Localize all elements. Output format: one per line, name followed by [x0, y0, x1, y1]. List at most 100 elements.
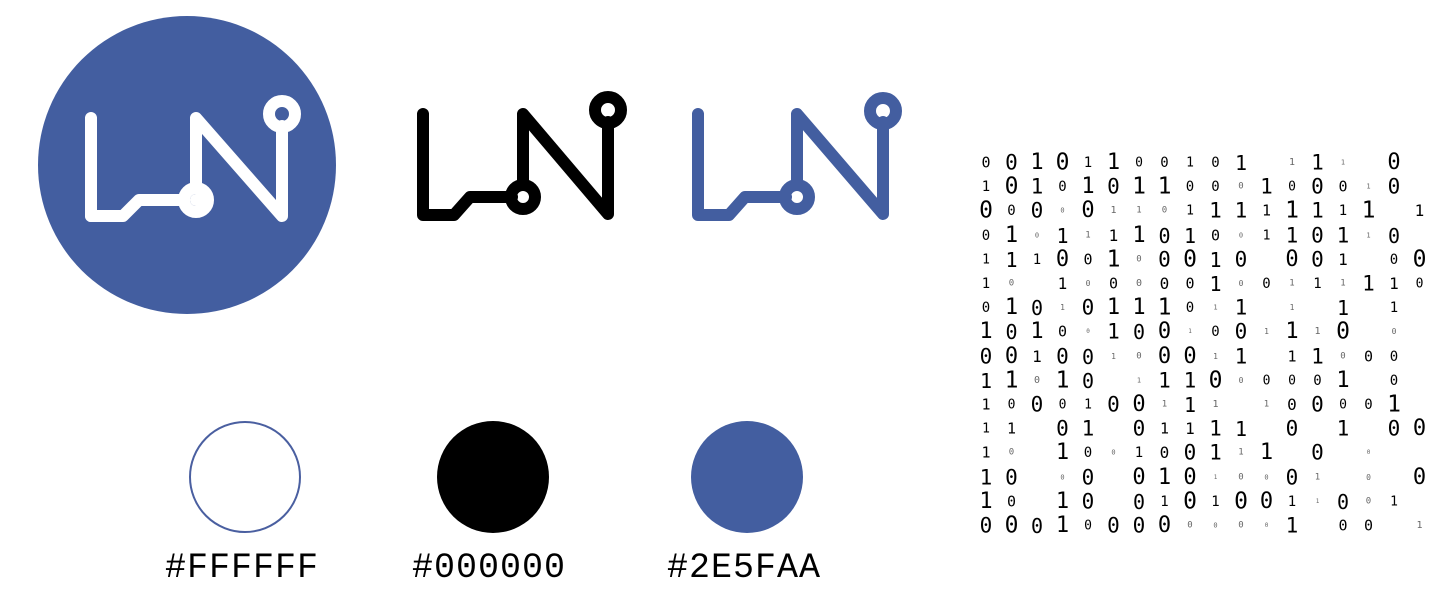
binary-digit: 1 [1183, 393, 1197, 417]
binary-digit: 0 [1391, 327, 1397, 337]
binary-digit: 1 [1287, 347, 1297, 366]
binary-digit: 1 [1136, 376, 1142, 385]
binary-digit: 1 [1416, 520, 1423, 531]
binary-digit: 0 [1285, 246, 1299, 272]
binary-digit: 1 [1389, 300, 1399, 317]
binary-digit: 1 [1285, 197, 1299, 224]
binary-digit: 1 [1055, 513, 1070, 538]
binary-digit: 1 [981, 395, 991, 414]
binary-digit: 1 [1108, 225, 1119, 245]
binary-digit: 1 [1311, 198, 1324, 223]
binary-digit: 0 [1211, 155, 1220, 171]
color-swatch-white [189, 421, 301, 533]
binary-digit: 1 [1311, 150, 1324, 175]
binary-digit: 0 [1132, 489, 1146, 514]
binary-digit: 0 [1365, 496, 1372, 507]
binary-digit: 0 [1159, 443, 1170, 463]
binary-digit: 1 [1234, 295, 1248, 320]
binary-digit: 1 [1259, 440, 1274, 466]
binary-digit: 1 [981, 276, 991, 292]
binary-digit: 0 [1157, 343, 1172, 369]
binary-digit: 1 [1055, 488, 1070, 514]
binary-digit: 1 [1060, 303, 1065, 313]
binary-digit: 1 [1238, 447, 1244, 458]
binary-digit: 1 [1234, 344, 1248, 369]
binary-digit: 0 [1259, 488, 1274, 514]
binary-digit: 0 [1363, 516, 1374, 535]
binary-digit: 0 [1387, 150, 1401, 175]
binary-digit: 0 [1336, 489, 1350, 514]
binary-digit: 1 [1030, 174, 1044, 199]
binary-digit: 0 [1107, 513, 1120, 538]
binary-digit: 1 [1106, 150, 1121, 175]
binary-digit: 1 [1030, 319, 1044, 345]
binary-digit: 1 [1083, 155, 1093, 171]
binary-digit: 1 [1084, 397, 1092, 413]
binary-digit: 0 [1288, 179, 1296, 195]
binary-digit: 0 [1311, 247, 1324, 272]
binary-digit: 1 [1160, 493, 1169, 510]
binary-digit: 0 [1132, 320, 1146, 345]
binary-digit: 1 [1288, 157, 1296, 168]
color-hex-label-white: #FFFFFF [164, 548, 320, 588]
binary-digit: 0 [1157, 319, 1172, 345]
binary-digit: 0 [1005, 465, 1018, 490]
binary-digit: 1 [1132, 295, 1146, 321]
binary-digit: 0 [1287, 395, 1297, 414]
binary-digit: 1 [1186, 155, 1194, 171]
binary-digit: 1 [1057, 274, 1068, 293]
binary-digit: 1 [1081, 416, 1095, 441]
binary-digit: 0 [1008, 278, 1015, 289]
binary-digit: 0 [1313, 372, 1322, 389]
binary-digit: 1 [1004, 222, 1019, 248]
binary-digit: 1 [1111, 351, 1116, 361]
binary-digit: 0 [1086, 328, 1090, 336]
binary-digit: 1 [979, 368, 993, 393]
binary-digit: 1 [1157, 294, 1172, 321]
binary-digit: 1 [1158, 368, 1171, 393]
binary-digit: 1 [1134, 445, 1144, 462]
binary-digit: 1 [1234, 417, 1248, 442]
binary-digit: 1 [1336, 223, 1350, 248]
binary-digit: 1 [979, 488, 993, 514]
binary-digit: 1 [1004, 295, 1019, 321]
binary-digit: 1 [982, 252, 990, 268]
binary-digit: 0 [1238, 472, 1244, 483]
binary-digit: 0 [1185, 300, 1195, 317]
binary-digit: 1 [1315, 497, 1320, 505]
binary-digit: 0 [1183, 246, 1197, 273]
binary-digit: 0 [1006, 492, 1017, 511]
binary-digit: 1 [1055, 367, 1070, 394]
binary-digit: 0 [1415, 276, 1424, 292]
ln-circuit-monogram-icon [417, 91, 627, 221]
binary-digit: 1 [1314, 472, 1321, 483]
binary-digit: 0 [1364, 397, 1373, 413]
binary-digit: 0 [1007, 203, 1016, 220]
binary-digit: 0 [1005, 320, 1018, 345]
binary-digit: 1 [979, 319, 993, 345]
binary-digit: 0 [1004, 173, 1019, 200]
binary-digit: 1 [979, 465, 993, 490]
binary-digit: 1 [1081, 174, 1095, 200]
binary-digit: 0 [1159, 274, 1170, 293]
binary-digit: 1 [1338, 203, 1348, 220]
binary-digit: 0 [1008, 447, 1015, 458]
binary-digit: 1 [1157, 173, 1172, 200]
binary-digit: 0 [1157, 513, 1172, 538]
binary-digit: 0 [979, 344, 993, 369]
binary-digit: 1 [1213, 351, 1218, 361]
binary-digit: 0 [1387, 416, 1401, 441]
binary-digit: 0 [1060, 206, 1065, 215]
binary-digit: 0 [1389, 348, 1399, 365]
binary-digit: 1 [981, 179, 991, 196]
binary-digit: 1 [1263, 399, 1270, 410]
binary-digit: 0 [1213, 521, 1218, 530]
binary-digit: 1 [1362, 271, 1375, 296]
binary-digit: 1 [1387, 391, 1401, 418]
binary-digit: 1 [1311, 344, 1324, 369]
binary-digit: 0 [1238, 520, 1244, 531]
binary-digit: 1 [1030, 150, 1044, 175]
binary-digit: 0 [1056, 416, 1069, 441]
binary-digit: 0 [1030, 514, 1044, 538]
ln-logo-blue [685, 92, 907, 226]
